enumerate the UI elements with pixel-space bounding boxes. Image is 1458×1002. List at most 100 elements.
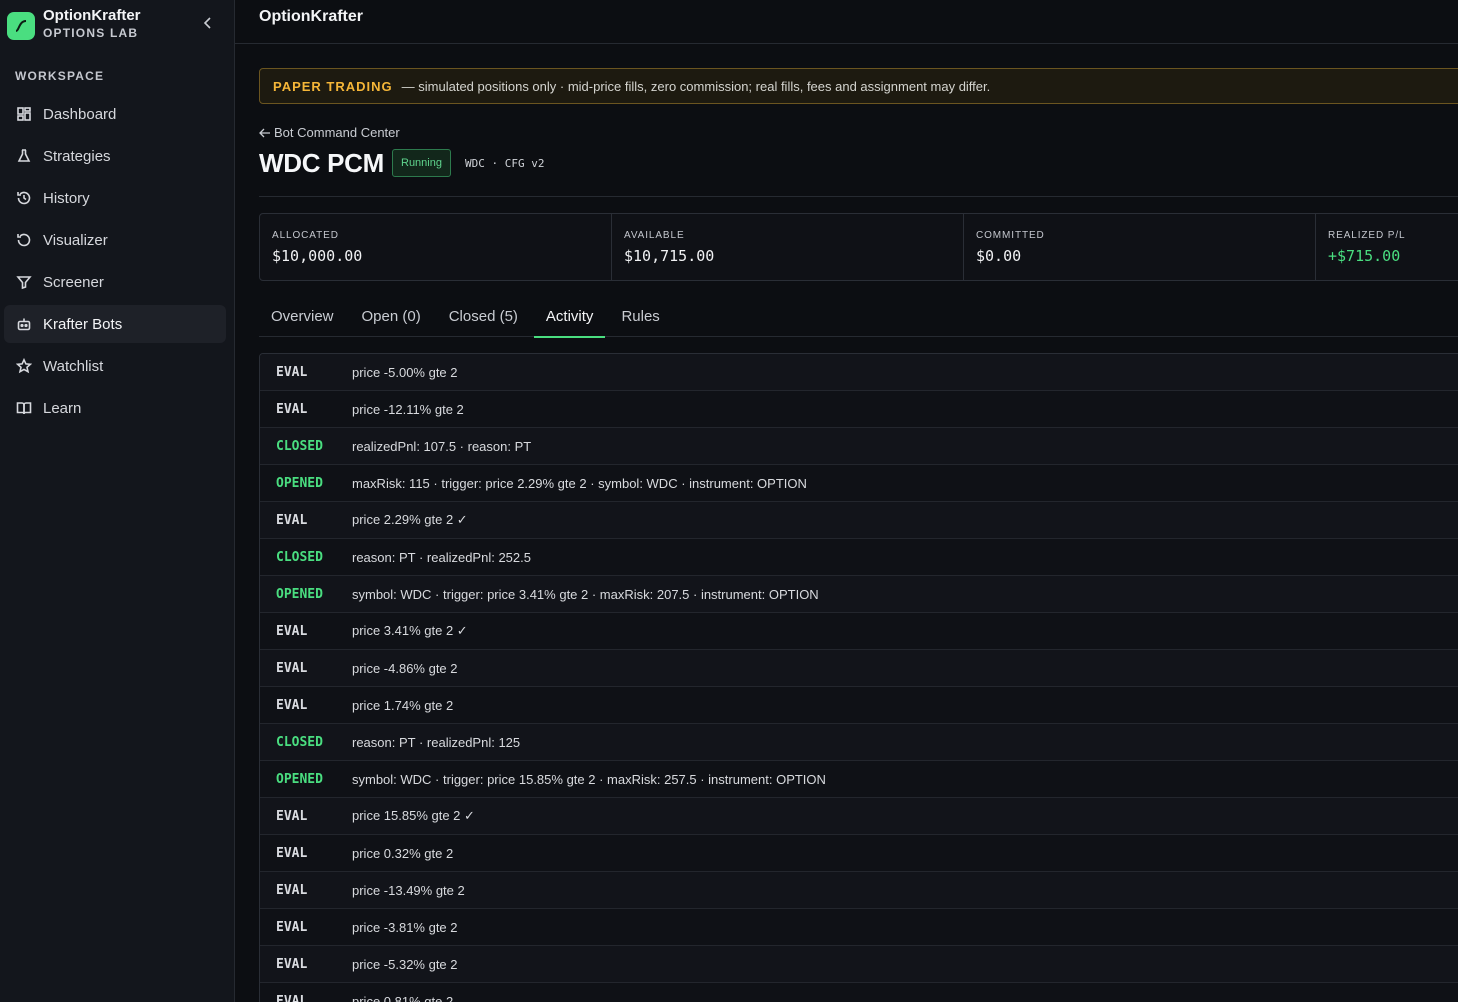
activity-row: OPENED symbol: WDC · trigger: price 3.41%… — [260, 576, 1458, 613]
sidebar: OptionKrafter OPTIONS LAB WORKSPACE Dash… — [0, 0, 235, 1002]
activity-detail: symbol: WDC · trigger: price 15.85% gte … — [352, 771, 826, 787]
tab-activity[interactable]: Activity — [533, 298, 606, 338]
logo-icon — [7, 11, 35, 40]
app-title: OptionKrafter — [259, 8, 363, 25]
activity-row: EVAL price -12.11% gte 2 — [260, 391, 1458, 428]
activity-type: CLOSED — [276, 438, 323, 454]
flask-icon — [15, 147, 33, 165]
activity-row: EVAL price 0.32% gte 2 — [260, 835, 1458, 872]
activity-detail: price 1.74% gte 2 — [352, 697, 454, 713]
activity-type: EVAL — [276, 623, 308, 639]
sidebar-item-label: Krafter Bots — [43, 315, 123, 333]
activity-detail: reason: PT · realizedPnl: 125 — [352, 734, 521, 750]
bot-meta: WDC · CFG v2 — [465, 157, 545, 170]
sidebar-item-krafter-bots[interactable]: Krafter Bots — [4, 305, 226, 343]
activity-type: EVAL — [276, 882, 308, 898]
sidebar-item-dashboard[interactable]: Dashboard — [4, 95, 226, 133]
stat-value: $10,715.00 — [624, 247, 715, 265]
workspace-section-label: WORKSPACE — [15, 69, 105, 83]
tab-closed[interactable]: Closed (5) — [437, 298, 530, 337]
activity-type: OPENED — [276, 771, 323, 787]
sidebar-item-visualizer[interactable]: Visualizer — [4, 221, 226, 259]
history-icon — [15, 189, 33, 207]
activity-detail: price 0.81% gte 2 — [352, 993, 454, 1002]
sidebar-item-label: Watchlist — [43, 357, 104, 375]
sidebar-item-label: Visualizer — [43, 231, 108, 249]
sidebar-item-history[interactable]: History — [4, 179, 226, 217]
sidebar-item-label: Strategies — [43, 147, 111, 165]
brand-subtitle: OPTIONS LAB — [43, 26, 139, 40]
back-link-label: Bot Command Center — [274, 125, 400, 140]
paper-trading-banner: PAPER TRADING — simulated positions only… — [259, 68, 1458, 104]
activity-row: EVAL price -13.49% gte 2 — [260, 872, 1458, 909]
sidebar-item-learn[interactable]: Learn — [4, 389, 226, 427]
activity-detail: price 15.85% gte 2 ✓ — [352, 808, 475, 823]
activity-row: EVAL price 1.74% gte 2 — [260, 687, 1458, 724]
activity-row: EVAL price -5.32% gte 2 — [260, 946, 1458, 983]
activity-row: EVAL price 2.29% gte 2 ✓ — [260, 502, 1458, 539]
activity-detail: reason: PT · realizedPnl: 252.5 — [352, 549, 531, 565]
activity-type: CLOSED — [276, 734, 323, 750]
stat-value: +$715.00 — [1328, 247, 1401, 265]
tab-rules[interactable]: Rules — [609, 298, 671, 337]
star-icon — [15, 357, 33, 375]
top-bar: OptionKrafter — [235, 0, 1458, 44]
back-link[interactable]: Bot Command Center — [259, 125, 400, 140]
collapse-sidebar-button[interactable] — [200, 15, 216, 31]
stat-allocated: ALLOCATED $10,000.00 — [260, 214, 612, 280]
brand[interactable]: OptionKrafter OPTIONS LAB — [7, 8, 141, 43]
activity-row: CLOSED reason: PT · realizedPnl: 252.5 — [260, 539, 1458, 576]
activity-type: OPENED — [276, 475, 323, 491]
stat-available: AVAILABLE $10,715.00 — [612, 214, 964, 280]
activity-row: EVAL price -4.86% gte 2 — [260, 650, 1458, 687]
activity-detail: price -5.00% gte 2 — [352, 364, 458, 380]
activity-row: EVAL price 0.81% gte 2 — [260, 983, 1458, 1002]
sidebar-item-screener[interactable]: Screener — [4, 263, 226, 301]
stat-label: REALIZED P/L — [1328, 230, 1406, 241]
stat-committed: COMMITTED $0.00 — [964, 214, 1316, 280]
arrow-left-icon — [259, 128, 270, 137]
activity-type: EVAL — [276, 993, 308, 1002]
activity-row: OPENED symbol: WDC · trigger: price 15.85… — [260, 761, 1458, 798]
stat-label: ALLOCATED — [272, 230, 339, 241]
bot-icon — [15, 315, 33, 333]
tab-bar: Overview Open (0) Closed (5) Activity Ru… — [259, 298, 1458, 338]
activity-row: EVAL price -3.81% gte 2 — [260, 909, 1458, 946]
activity-type: CLOSED — [276, 549, 323, 565]
activity-row: EVAL price 15.85% gte 2 ✓ — [260, 798, 1458, 835]
sidebar-item-label: History — [43, 189, 90, 207]
divider — [259, 196, 1458, 197]
brand-name: OptionKrafter — [43, 7, 141, 24]
activity-type: EVAL — [276, 401, 308, 417]
activity-log: EVAL price -5.00% gte 2 EVAL price -12.11% … — [259, 353, 1458, 1002]
activity-row: EVAL price -5.00% gte 2 — [260, 354, 1458, 391]
activity-detail: price -12.11% gte 2 — [352, 401, 464, 417]
banner-text: — simulated positions only · mid-price f… — [401, 78, 991, 94]
sidebar-item-watchlist[interactable]: Watchlist — [4, 347, 226, 385]
activity-detail: price -4.86% gte 2 — [352, 660, 458, 676]
activity-row: EVAL price 3.41% gte 2 ✓ — [260, 613, 1458, 650]
tab-overview[interactable]: Overview — [259, 298, 346, 337]
activity-row: OPENED maxRisk: 115 · trigger: price 2.29… — [260, 465, 1458, 502]
stat-realized-pl: REALIZED P/L +$715.00 — [1316, 214, 1458, 280]
activity-detail: price -3.81% gte 2 — [352, 919, 458, 935]
activity-type: EVAL — [276, 512, 308, 528]
page-title: WDC PCM — [259, 148, 384, 178]
activity-type: EVAL — [276, 364, 308, 380]
stat-value: $10,000.00 — [272, 247, 363, 265]
sidebar-item-label: Dashboard — [43, 105, 117, 123]
sidebar-item-label: Learn — [43, 399, 82, 417]
stats-panel: ALLOCATED $10,000.00 AVAILABLE $10,715.0… — [259, 213, 1458, 281]
activity-detail: price 2.29% gte 2 ✓ — [352, 512, 468, 527]
tab-open[interactable]: Open (0) — [350, 298, 433, 337]
activity-detail: price -13.49% gte 2 — [352, 882, 465, 898]
sidebar-item-strategies[interactable]: Strategies — [4, 137, 226, 175]
activity-type: EVAL — [276, 808, 308, 824]
refresh-icon — [15, 231, 33, 249]
activity-detail: price 3.41% gte 2 ✓ — [352, 623, 468, 638]
status-badge: Running — [392, 149, 451, 177]
activity-detail: symbol: WDC · trigger: price 3.41% gte 2… — [352, 586, 819, 602]
book-icon — [15, 399, 33, 417]
stat-label: AVAILABLE — [624, 230, 685, 241]
activity-type: OPENED — [276, 586, 323, 602]
